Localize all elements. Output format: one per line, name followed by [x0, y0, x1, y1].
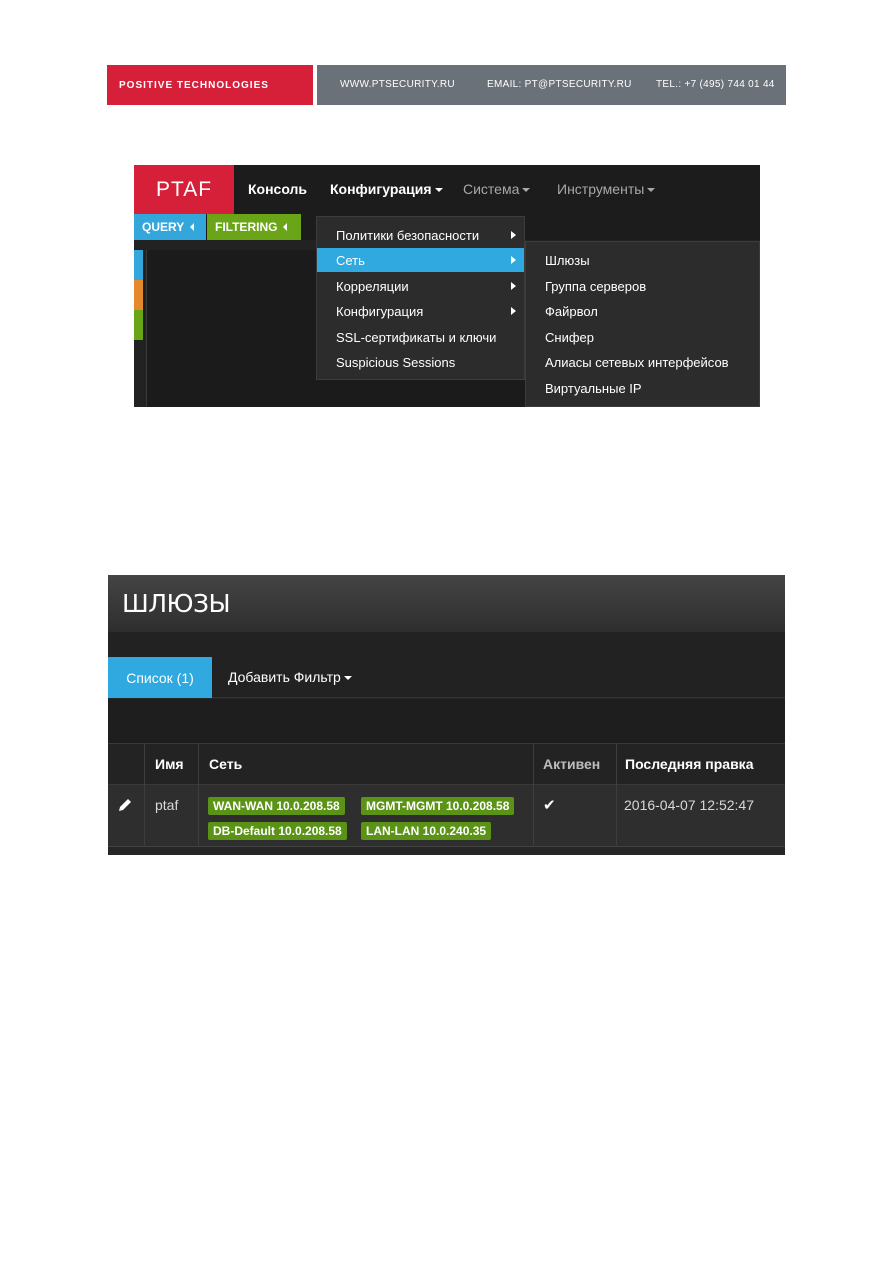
submenu-item-sniffer[interactable]: Снифер	[526, 325, 594, 349]
submenu-item-virtual-ip[interactable]: Виртуальные IP	[526, 376, 642, 400]
page-title: ШЛЮЗЫ	[122, 589, 231, 618]
configuration-dropdown: Политики безопасности Сеть Корреляции Ко…	[316, 216, 525, 380]
tab-list[interactable]: Список (1)	[108, 657, 212, 698]
chevron-down-icon	[343, 676, 352, 681]
menu-item-label: Корреляции	[336, 278, 409, 294]
network-tag: DB-Default 10.0.208.58	[208, 822, 347, 840]
network-submenu: Шлюзы Группа серверов Файрвол Снифер Али…	[525, 241, 760, 407]
nav-system-label: Система	[463, 181, 520, 197]
network-tag: MGMT-MGMT 10.0.208.58	[361, 797, 515, 815]
chevron-down-icon	[647, 188, 656, 193]
nav-console[interactable]: Консоль	[248, 181, 307, 197]
column-header-network[interactable]: Сеть	[209, 756, 242, 772]
nav-system[interactable]: Система	[463, 181, 531, 197]
filtering-label: FILTERING	[215, 220, 278, 234]
column-header-last-edit[interactable]: Последняя правка	[625, 756, 753, 772]
side-strip-blue	[134, 250, 143, 280]
column-divider	[198, 744, 199, 786]
nav-configuration-label: Конфигурация	[330, 181, 432, 197]
phone-number: TEL.: +7 (495) 744 01 44	[656, 79, 775, 90]
email-link[interactable]: EMAIL: PT@PTSECURITY.RU	[487, 79, 632, 90]
filtering-toggle[interactable]: FILTERING	[207, 214, 301, 240]
menu-item-ssl-certificates[interactable]: SSL-сертификаты и ключи	[317, 325, 524, 349]
ptaf-menu-screenshot: PTAF Консоль Конфигурация Система Инстру…	[134, 165, 760, 407]
company-name: POSITIVE TECHNOLOGIES	[107, 65, 313, 105]
caret-right-icon	[511, 256, 516, 264]
toolbar-area	[108, 699, 785, 743]
menu-item-suspicious-sessions[interactable]: Suspicious Sessions	[317, 350, 524, 374]
table-header: Имя Сеть Активен Последняя правка	[108, 743, 785, 786]
menu-item-label: Конфигурация	[336, 303, 424, 319]
add-filter-dropdown[interactable]: Добавить Фильтр	[228, 669, 352, 685]
caret-left-icon	[190, 223, 195, 231]
document-header-banner: POSITIVE TECHNOLOGIES WWW.PTSECURITY.RU …	[107, 65, 786, 105]
menu-item-security-policies[interactable]: Политики безопасности	[317, 223, 524, 247]
ptaf-logo[interactable]: PTAF	[134, 165, 234, 214]
gateway-name[interactable]: ptaf	[155, 797, 178, 813]
nav-tools-label: Инструменты	[557, 181, 645, 197]
submenu-item-firewall[interactable]: Файрвол	[526, 299, 598, 323]
submenu-item-interface-aliases[interactable]: Алиасы сетевых интерфейсов	[526, 350, 729, 374]
column-divider	[198, 785, 199, 847]
menu-item-label: Suspicious Sessions	[336, 354, 456, 370]
menu-item-network[interactable]: Сеть	[317, 248, 524, 272]
page-title-bar: ШЛЮЗЫ	[108, 575, 785, 632]
menu-item-label: SSL-сертификаты и ключи	[336, 329, 497, 345]
network-tag: LAN-LAN 10.0.240.35	[361, 822, 492, 840]
caret-right-icon	[511, 231, 516, 239]
query-label: QUERY	[142, 220, 185, 234]
active-check-icon: ✔	[543, 797, 556, 814]
caret-right-icon	[511, 282, 516, 290]
column-header-active[interactable]: Активен	[543, 756, 600, 772]
table-row[interactable]: ptaf WAN-WAN 10.0.208.58 MGMT-MGMT 10.0.…	[108, 785, 785, 847]
tab-bar: Список (1) Добавить Фильтр	[108, 632, 785, 698]
caret-right-icon	[511, 307, 516, 315]
gateways-screenshot: ШЛЮЗЫ Список (1) Добавить Фильтр Имя Сет…	[108, 575, 785, 855]
contact-bar: WWW.PTSECURITY.RU EMAIL: PT@PTSECURITY.R…	[317, 65, 786, 105]
column-divider	[533, 785, 534, 847]
menu-item-correlations[interactable]: Корреляции	[317, 274, 524, 298]
column-divider	[533, 744, 534, 786]
caret-left-icon	[283, 223, 288, 231]
last-edit-timestamp: 2016-04-07 12:52:47	[624, 797, 754, 813]
nav-configuration[interactable]: Конфигурация	[330, 181, 443, 197]
menu-item-label: Политики безопасности	[336, 227, 480, 243]
query-toggle[interactable]: QUERY	[134, 214, 206, 240]
add-filter-label: Добавить Фильтр	[228, 669, 341, 685]
column-divider	[144, 785, 145, 847]
side-strip-orange	[134, 280, 143, 310]
top-navbar: PTAF Консоль Конфигурация Система Инстру…	[134, 165, 760, 214]
side-strip-green	[134, 310, 143, 340]
column-divider	[616, 744, 617, 786]
menu-item-label: Сеть	[336, 252, 365, 268]
nav-tools[interactable]: Инструменты	[557, 181, 656, 197]
chevron-down-icon	[522, 188, 531, 193]
chevron-down-icon	[434, 188, 443, 193]
submenu-item-server-groups[interactable]: Группа серверов	[526, 274, 646, 298]
column-header-name[interactable]: Имя	[155, 756, 184, 772]
column-divider	[144, 744, 145, 786]
column-divider	[616, 785, 617, 847]
edit-pencil-icon[interactable]	[117, 797, 133, 813]
submenu-item-gateways[interactable]: Шлюзы	[526, 248, 590, 272]
website-link[interactable]: WWW.PTSECURITY.RU	[340, 79, 455, 90]
network-tag: WAN-WAN 10.0.208.58	[208, 797, 345, 815]
menu-item-configuration[interactable]: Конфигурация	[317, 299, 524, 323]
